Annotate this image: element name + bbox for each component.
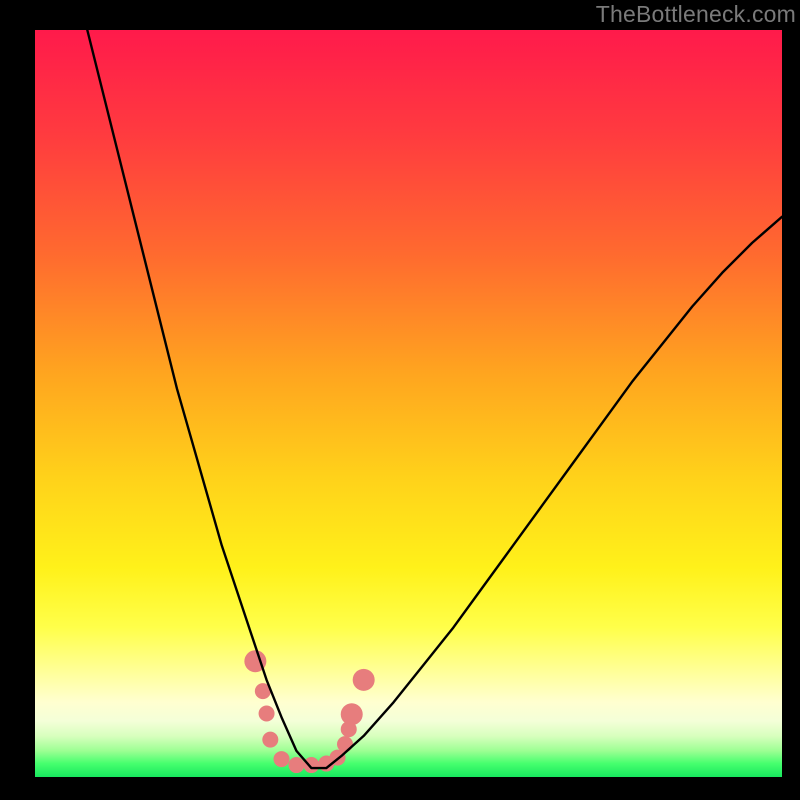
marker-dot	[337, 736, 353, 752]
marker-dot	[262, 732, 278, 748]
watermark-text: TheBottleneck.com	[596, 1, 796, 28]
marker-dot	[341, 703, 363, 725]
marker-dot	[353, 669, 375, 691]
marker-dot	[288, 757, 304, 773]
marker-dot	[303, 757, 319, 773]
gradient-background	[35, 30, 782, 777]
marker-dot	[274, 751, 290, 767]
plot-area	[35, 30, 782, 777]
chart-frame: TheBottleneck.com	[0, 0, 800, 800]
marker-dot	[259, 706, 275, 722]
chart-svg	[35, 30, 782, 777]
